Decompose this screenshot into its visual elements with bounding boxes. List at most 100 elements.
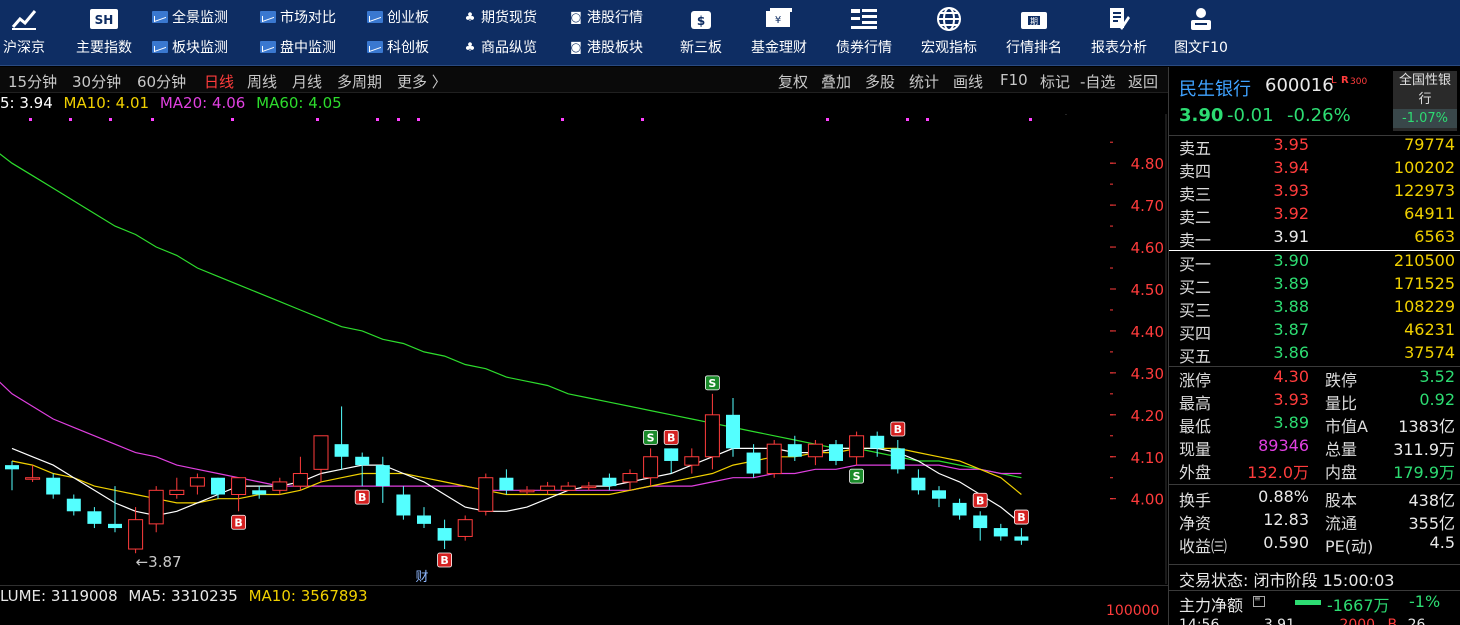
buy-signal-marker[interactable]: B [354, 489, 370, 505]
order-book-row[interactable]: 买三 3.88 108229 [1169, 297, 1460, 320]
candle[interactable] [5, 460, 19, 491]
candle[interactable] [684, 448, 700, 474]
chart-tool-button[interactable]: 统计 [909, 71, 939, 92]
candle[interactable] [911, 469, 926, 495]
candle[interactable] [252, 486, 267, 499]
chart-tool-button[interactable]: 复权 [778, 71, 808, 92]
toolbar-trend-chart-button[interactable]: 沪深京 [0, 0, 64, 66]
candle[interactable] [664, 448, 679, 474]
toolbar-person-doc-button[interactable]: 图文F10 [1161, 0, 1241, 66]
sell-signal-marker[interactable]: S [705, 375, 720, 391]
candle[interactable] [396, 486, 411, 520]
toolbar-ranking-button[interactable]: 期行情排名 [994, 0, 1074, 66]
toolbar-report-edit-button[interactable]: 报表分析 [1079, 0, 1159, 66]
candle[interactable] [231, 477, 247, 512]
toolbar-link[interactable]: ◙ 港股行情 [568, 6, 643, 28]
order-book-row[interactable]: 买一 3.90 210500 [1169, 251, 1460, 274]
candle[interactable] [704, 393, 720, 470]
candle[interactable] [108, 486, 122, 533]
chart-tool-button[interactable]: 标记 [1040, 71, 1070, 92]
candle[interactable] [602, 473, 617, 491]
candle[interactable] [829, 439, 843, 466]
candle[interactable] [128, 507, 144, 554]
candle[interactable] [519, 486, 535, 495]
chart-tool-button[interactable]: F10 [1000, 71, 1028, 89]
candle[interactable] [540, 481, 556, 495]
toolbar-link[interactable]: 科创板 [367, 36, 429, 58]
toolbar-bond-list-button[interactable]: 债券行情 [824, 0, 904, 66]
order-book-row[interactable]: 买四 3.87 46231 [1169, 320, 1460, 343]
candle[interactable] [993, 523, 1008, 541]
chart-tool-button[interactable]: 多股 [865, 71, 895, 92]
period-tab[interactable]: 日线 [204, 71, 234, 92]
chart-tool-button[interactable]: 返回 [1128, 71, 1158, 92]
sell-signal-marker[interactable]: S [849, 468, 864, 484]
candle[interactable] [437, 519, 452, 550]
candle[interactable] [272, 477, 288, 495]
toolbar-money-bag-button[interactable]: $ 新三板 [661, 0, 741, 66]
candle[interactable] [148, 486, 164, 533]
candle[interactable] [766, 439, 782, 478]
toolbar-link[interactable]: ♣ 商品纵览 [462, 36, 537, 58]
candle[interactable] [890, 439, 905, 474]
toolbar-link[interactable]: 板块监测 [152, 36, 228, 58]
period-tab[interactable]: 月线 [292, 71, 322, 92]
finance-report-marker[interactable]: 财 [415, 570, 428, 584]
chart-tool-button[interactable]: 画线 [953, 71, 983, 92]
period-tab[interactable]: 多周期 [337, 71, 382, 92]
period-tab[interactable]: 30分钟 [72, 71, 121, 92]
candle[interactable] [643, 448, 659, 487]
candle[interactable] [211, 477, 225, 499]
buy-signal-marker[interactable]: B [663, 429, 679, 445]
candle[interactable] [355, 452, 370, 487]
toolbar-link[interactable]: ♣ 期货现货 [462, 6, 537, 28]
toolbar-globe-button[interactable]: 宏观指标 [909, 0, 989, 66]
buy-signal-marker[interactable]: B [972, 492, 988, 508]
list-icon[interactable]: ≡ [1253, 595, 1265, 607]
candlestick-chart[interactable]: 4.804.704.604.504.404.304.204.104.00BBBS… [0, 114, 1168, 584]
candle[interactable] [726, 398, 740, 457]
buy-signal-marker[interactable]: B [437, 552, 453, 568]
order-book-row[interactable]: 卖二 3.92 64911 [1169, 204, 1460, 227]
chart-tool-button[interactable]: 叠加 [821, 71, 851, 92]
candle[interactable] [1014, 528, 1029, 545]
industry-index-box[interactable]: 全国性银行 -1.07% [1393, 71, 1457, 131]
candle[interactable] [973, 511, 988, 541]
candle[interactable] [66, 494, 81, 516]
toolbar-link[interactable]: ◙ 港股板块 [568, 36, 643, 58]
candle[interactable] [478, 473, 494, 516]
candle[interactable] [870, 431, 885, 457]
order-book-row[interactable]: 买二 3.89 171525 [1169, 274, 1460, 297]
chart-tool-button[interactable]: -自选 [1080, 71, 1115, 92]
order-book-row[interactable]: 卖一 3.91 6563 [1169, 227, 1460, 250]
candle[interactable] [292, 456, 308, 491]
candle[interactable] [849, 431, 865, 466]
candle[interactable] [334, 406, 349, 470]
toolbar-link[interactable]: 创业板 [367, 6, 429, 28]
candle[interactable] [87, 507, 102, 529]
buy-signal-marker[interactable]: B [1014, 509, 1029, 525]
candle[interactable] [622, 469, 638, 491]
toolbar-link[interactable]: 盘中监测 [260, 36, 336, 58]
order-book-row[interactable]: 卖三 3.93 122973 [1169, 181, 1460, 204]
candle[interactable] [46, 473, 61, 499]
candle[interactable] [375, 456, 390, 503]
candle[interactable] [560, 481, 576, 491]
period-tab[interactable]: 更多 〉 [397, 71, 447, 92]
candle[interactable] [169, 477, 185, 499]
period-tab[interactable]: 60分钟 [137, 71, 186, 92]
candle[interactable] [189, 473, 205, 495]
buy-signal-marker[interactable]: B [890, 421, 906, 437]
toolbar-link[interactable]: 市场对比 [260, 6, 336, 28]
period-tab[interactable]: 周线 [247, 71, 277, 92]
order-book-row[interactable]: 买五 3.86 37574 [1169, 343, 1460, 366]
buy-signal-marker[interactable]: B [231, 514, 247, 530]
candle[interactable] [581, 481, 597, 491]
candle[interactable] [932, 486, 946, 508]
order-book-row[interactable]: 卖四 3.94 100202 [1169, 158, 1460, 181]
stock-name[interactable]: 民生银行 [1179, 75, 1251, 101]
period-tab[interactable]: 15分钟 [8, 71, 57, 92]
sell-signal-marker[interactable]: S [643, 429, 658, 445]
candle[interactable] [807, 439, 823, 466]
candle[interactable] [746, 444, 761, 478]
